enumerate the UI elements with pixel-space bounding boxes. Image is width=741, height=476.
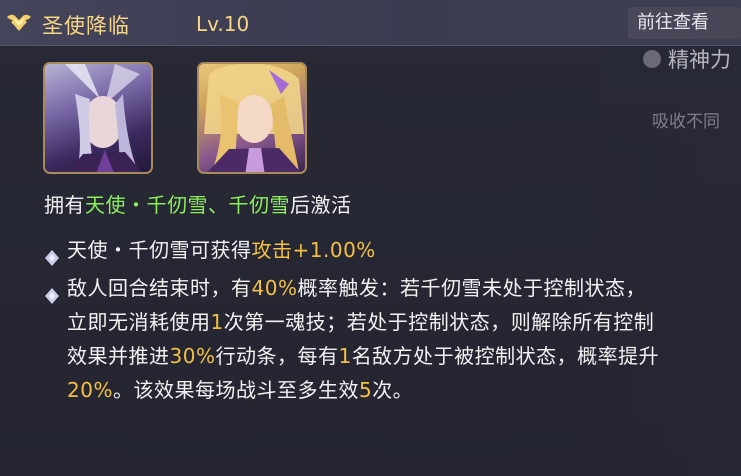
activation-suffix: 后激活	[290, 193, 352, 217]
hero-portrait-qianrenxue[interactable]	[197, 62, 307, 174]
background-icon	[643, 50, 661, 68]
effect-item-attack: 天使・千仞雪可获得攻击+1.00%	[44, 233, 684, 267]
effect-text: 行动条，每有	[215, 344, 339, 368]
portrait-art	[65, 64, 142, 172]
effect-value: 攻击+1.00%	[251, 238, 376, 262]
hero-portrait-qianrenxue-angel[interactable]	[43, 62, 153, 174]
effect-value: 40%	[251, 276, 298, 300]
panel-header: 圣使降临 Lv.10 前往查看	[0, 0, 741, 46]
heart-wings-icon	[6, 11, 32, 33]
background-label-xishou: 吸收不同	[652, 112, 720, 132]
effect-text: 敌人回合结束时，有	[67, 276, 252, 300]
effect-text: 。该效果每场战斗至多生效	[112, 378, 359, 402]
effect-value: 1	[210, 310, 224, 334]
diamond-bullet-icon	[44, 242, 60, 266]
effect-value: 1	[338, 344, 352, 368]
activation-prefix: 拥有	[44, 193, 85, 217]
level-label: Lv.10	[196, 12, 250, 36]
effect-text: 天使・千仞雪可获得	[67, 238, 252, 262]
portrait-art	[204, 64, 304, 172]
goto-view-button[interactable]: 前往查看	[628, 7, 741, 39]
effect-text: 名敌方处于被控制状态，概率提升	[351, 344, 660, 368]
background-label-jingshen: 精神力	[668, 48, 731, 72]
effect-text: 次。	[372, 378, 414, 402]
effect-item-control: 敌人回合结束时，有40%概率触发：若千仞雪未处于控制状态，立即无消耗使用1次第一…	[44, 271, 684, 407]
effect-value: 30%	[169, 344, 216, 368]
activation-heroes: 天使・千仞雪、千仞雪	[85, 193, 290, 217]
activation-condition: 拥有天使・千仞雪、千仞雪后激活	[44, 189, 352, 218]
page-title: 圣使降临	[42, 14, 130, 38]
effect-value: 20%	[67, 378, 113, 402]
diamond-bullet-icon	[44, 280, 60, 304]
effect-value: 5	[358, 378, 373, 402]
